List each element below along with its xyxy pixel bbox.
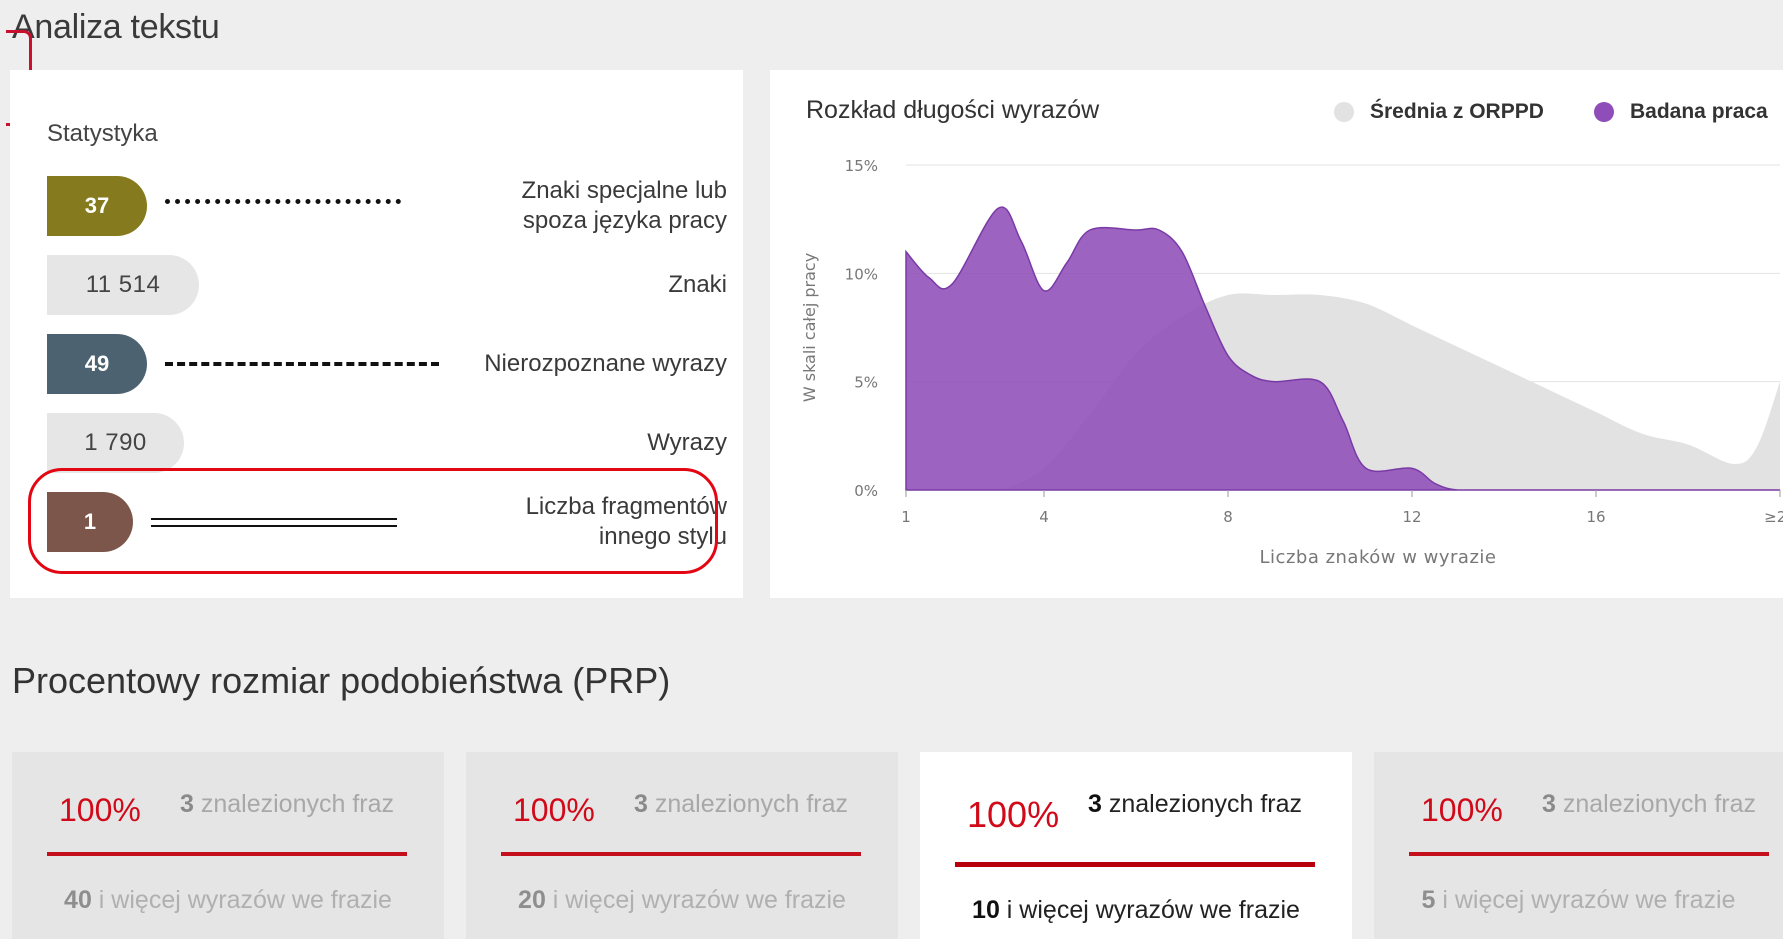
prp-divider [1409,852,1769,856]
word-length-chart-card: Rozkład długości wyrazów Średnia z ORPPD… [770,70,1783,598]
x-tick-label: 16 [1586,508,1605,526]
stat-row-unrecognized-words[interactable]: 49 Nierozpoznane wyrazy [47,334,727,394]
prp-words-threshold: 5 i więcej wyrazów we frazie [1421,886,1736,914]
prp-card-20[interactable]: 100% 3 znalezionych fraz 20 i więcej wyr… [466,752,898,939]
prp-card-10[interactable]: 100% 3 znalezionych fraz 10 i więcej wyr… [920,752,1352,939]
stat-badge-unrecognized-words: 49 [47,334,147,394]
y-tick-label: 5% [854,374,878,392]
stat-label-special-chars: Znaki specjalne lub spoza języka pracy [521,177,727,234]
prp-found-phrases: 3 znalezionych fraz [180,790,395,818]
stat-row-chars[interactable]: 11 514 Znaki [47,255,727,315]
stat-row-words[interactable]: 1 790 Wyrazy [47,413,727,473]
y-tick-label: 0% [854,482,878,500]
prp-percent: 100% [59,792,141,828]
prp-percent: 100% [513,792,595,828]
chart-plot: 0% 5% 10% 15% 1 4 8 12 16 ≥20 Liczba znaków w wyra… [800,157,1783,568]
stat-badge-chars: 11 514 [47,255,199,315]
stat-badge-words: 1 790 [47,413,184,473]
highlight-annotation [28,468,718,574]
prp-found-phrases: 3 znalezionych fraz [1542,790,1757,818]
y-axis-label: W skali całej pracy [800,253,819,402]
prp-found-phrases: 3 znalezionych fraz [1088,790,1303,818]
stat-badge-special-chars: 37 [47,176,147,236]
prp-percent: 100% [967,794,1060,835]
prp-found-phrases: 3 znalezionych fraz [634,790,849,818]
prp-divider [955,862,1315,867]
x-tick-label: ≥20 [1764,508,1783,526]
statistics-heading: Statystyka [47,120,158,147]
prp-words-threshold: 40 i więcej wyrazów we frazie [64,886,392,914]
x-tick-label: 8 [1223,508,1233,526]
x-tick-label: 12 [1402,508,1421,526]
page-title: Analiza tekstu [12,8,220,46]
x-tick-label: 1 [901,508,911,526]
dashed-leader [165,362,439,366]
x-axis-label: Liczba znaków w wyrazie [1260,547,1497,568]
prp-words-threshold: 20 i więcej wyrazów we frazie [518,886,846,914]
prp-divider [501,852,861,856]
prp-card-40[interactable]: 100% 3 znalezionych fraz 40 i więcej wyr… [12,752,444,939]
x-tick-label: 4 [1039,508,1049,526]
prp-percent: 100% [1421,792,1503,828]
prp-card-5[interactable]: 100% 3 znalezionych fraz 5 i więcej wyra… [1374,752,1783,939]
stat-label-words: Wyrazy [647,429,727,456]
y-tick-label: 15% [845,157,878,175]
dotted-leader [165,199,401,204]
prp-words-threshold: 10 i więcej wyrazów we frazie [972,896,1300,924]
prp-section-title: Procentowy rozmiar podobieństwa (PRP) [12,660,671,701]
stat-row-special-chars[interactable]: 37 Znaki specjalne lub spoza języka prac… [47,176,727,236]
stat-label-chars: Znaki [668,271,727,298]
prp-divider [47,852,407,856]
y-tick-label: 10% [845,265,878,283]
stat-label-unrecognized-words: Nierozpoznane wyrazy [484,350,727,377]
statistics-card: Statystyka 37 Znaki specjalne lub spoza … [10,70,743,598]
